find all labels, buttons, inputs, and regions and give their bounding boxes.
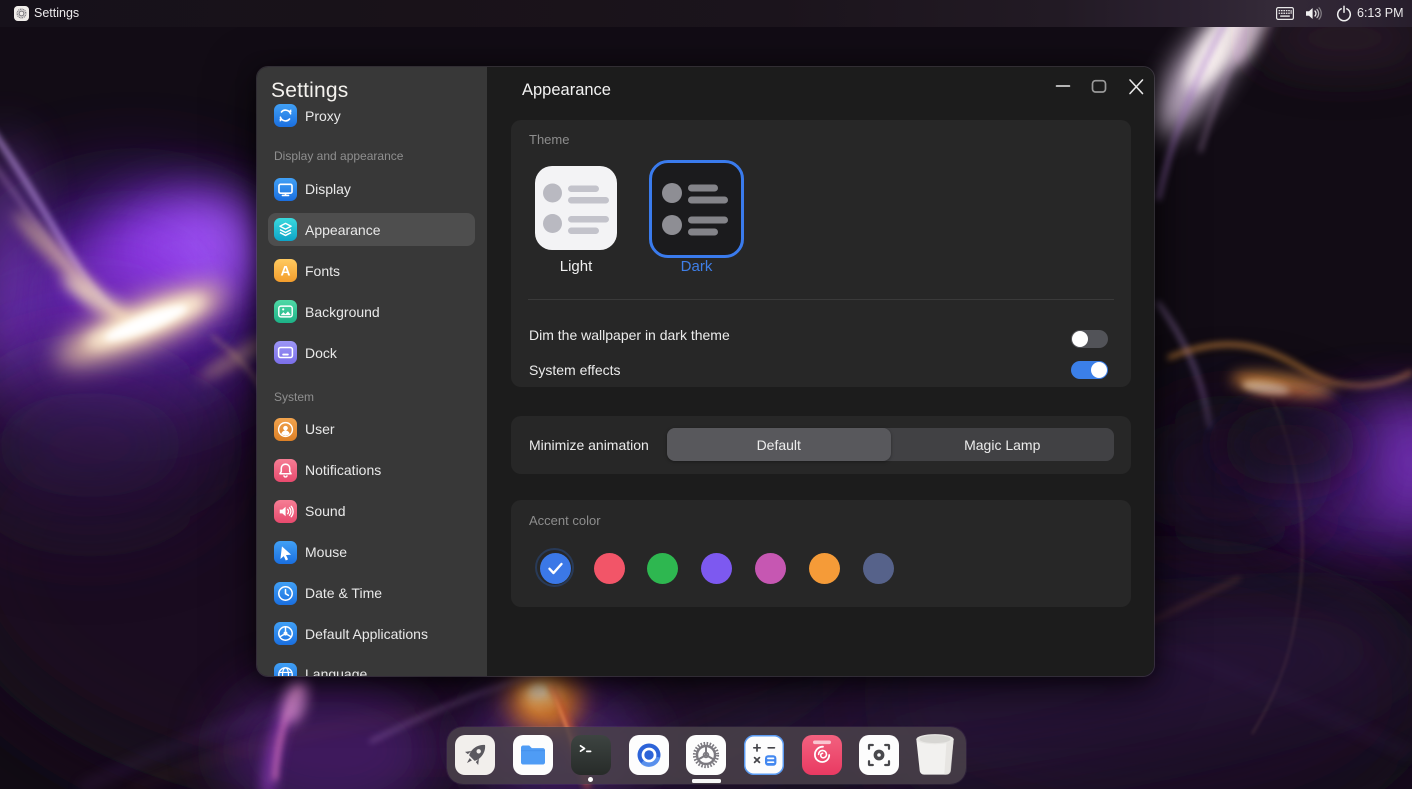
svg-text:A: A <box>280 262 290 278</box>
